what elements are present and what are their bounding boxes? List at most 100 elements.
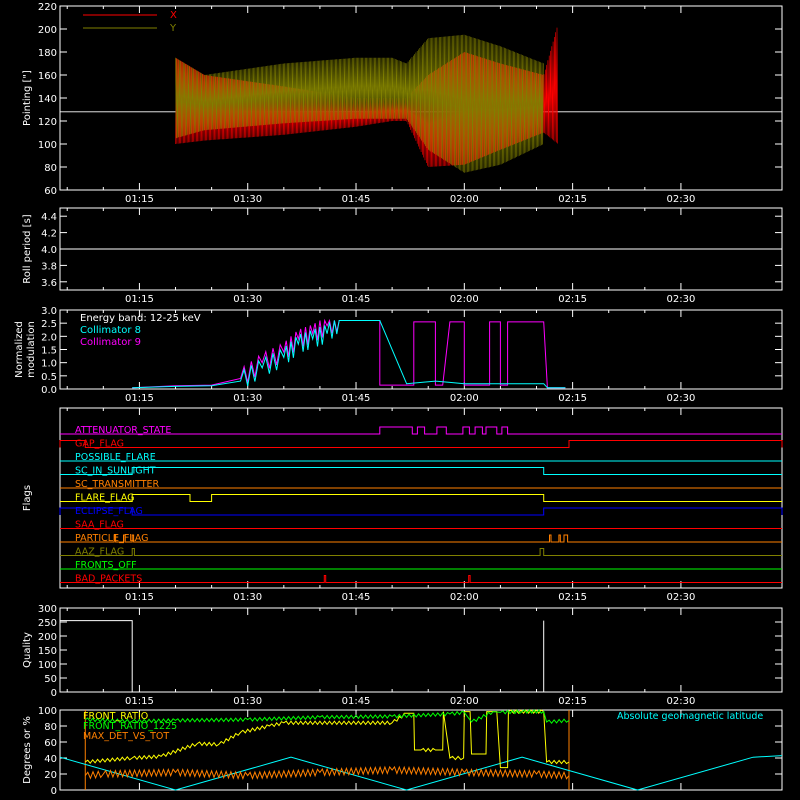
y-tick-label: 2.0 xyxy=(41,332,57,343)
chart-canvas: 608010012014016018020022001:15 01:30 01:45… xyxy=(14,2,783,797)
x-tick-label: 02:30 xyxy=(667,592,696,603)
y-tick-label: 140 xyxy=(38,94,57,105)
y-tick-label: 3.8 xyxy=(41,261,57,272)
y-tick-label: 80 xyxy=(44,163,57,174)
y-tick-label: 300 xyxy=(38,604,57,615)
y-tick-label: 1.5 xyxy=(41,346,57,357)
x-tick-label: 02:15 xyxy=(558,592,587,603)
flag-label-attenuator-state: ATTENUATOR_STATE xyxy=(75,425,171,436)
flag-label-flare-flag: FLARE_FLAG xyxy=(75,493,135,504)
x-tick-label: 01:30 xyxy=(233,194,262,205)
modulation-legend-title: Energy band: 12-25 keV xyxy=(80,313,201,324)
roll-period-ylabel: Roll period [s] xyxy=(22,214,33,283)
x-tick-label: 01:30 xyxy=(233,696,262,707)
y-tick-label: 200 xyxy=(38,25,57,36)
flag-label-eclipse-flag: ECLIPSE_FLAG xyxy=(75,506,143,517)
quality-line xyxy=(60,620,545,693)
modulation-ylabel-1: Normalized xyxy=(14,321,25,378)
y-tick-label: 40 xyxy=(44,754,57,765)
flag-label-fronts-off: FRONTS_OFF xyxy=(75,560,137,571)
x-tick-label: 02:00 xyxy=(450,294,479,305)
x-tick-label: 02:30 xyxy=(667,696,696,707)
y-tick-label: 0.0 xyxy=(41,385,57,396)
y-tick-label: 4.0 xyxy=(41,245,57,256)
legend-label-x: X xyxy=(170,10,177,21)
y-tick-label: 200 xyxy=(38,632,57,643)
y-tick-label: 180 xyxy=(38,48,57,59)
flag-label-bad-packets: BAD_PACKETS xyxy=(75,574,142,585)
legend-label-y: Y xyxy=(169,23,177,34)
x-tick-label: 01:45 xyxy=(342,294,371,305)
x-tick-label: 01:30 xyxy=(233,294,262,305)
y-tick-label: 150 xyxy=(38,646,57,657)
x-tick-label: 01:45 xyxy=(342,393,371,404)
y-tick-label: 3.6 xyxy=(41,278,57,289)
x-tick-label: 02:30 xyxy=(667,194,696,205)
flag-particle-flag-line xyxy=(60,534,782,543)
legend-label-collimator-9: Collimator 9 xyxy=(80,337,141,348)
flag-eclipse-flag-line xyxy=(59,507,783,516)
x-tick-label: 02:30 xyxy=(667,294,696,305)
degrees-ylabel: Degrees or % xyxy=(22,716,33,784)
legend-label-collimator-8: Collimator 8 xyxy=(80,325,141,336)
x-tick-label: 01:45 xyxy=(342,696,371,707)
y-tick-label: 2.5 xyxy=(41,319,57,330)
y-tick-label: 3.0 xyxy=(41,306,57,317)
y-tick-label: 20 xyxy=(44,770,57,781)
x-tick-label: 02:00 xyxy=(450,393,479,404)
flag-label-saa-flag: SAA_FLAG xyxy=(75,520,124,531)
flag-label-particle-flag: PARTICLE_FLAG xyxy=(75,533,148,544)
y-tick-label: 0 xyxy=(51,688,57,699)
flag-label-gap-flag: GAP_FLAG xyxy=(75,439,124,450)
y-tick-label: 0 xyxy=(51,786,57,797)
x-tick-label: 01:15 xyxy=(125,696,154,707)
y-tick-label: 120 xyxy=(38,117,57,128)
x-tick-label: 01:45 xyxy=(342,592,371,603)
flag-label-sc-transmitter: SC_TRANSMITTER xyxy=(75,479,160,490)
flag-label-sc-in-sunlight: SC_IN_SUNLIGHT xyxy=(75,466,156,477)
quality-ylabel: Quality xyxy=(22,632,33,668)
y-tick-label: 50 xyxy=(44,674,57,685)
x-tick-label: 02:00 xyxy=(450,194,479,205)
x-tick-label: 02:30 xyxy=(667,393,696,404)
flag-gap-flag-line xyxy=(59,440,783,448)
modulation-ylabel-2: modulation xyxy=(26,321,37,378)
y-tick-label: 4.4 xyxy=(41,212,57,223)
x-tick-label: 01:30 xyxy=(233,592,262,603)
x-tick-label: 01:45 xyxy=(342,194,371,205)
x-tick-label: 02:15 xyxy=(558,294,587,305)
y-tick-label: 60 xyxy=(44,186,57,197)
y-tick-label: 4.2 xyxy=(41,229,57,240)
series-max-det-vs-tot-line xyxy=(84,765,570,781)
y-tick-label: 100 xyxy=(38,706,57,717)
y-tick-label: 1.0 xyxy=(41,359,57,370)
x-tick-label: 02:15 xyxy=(558,393,587,404)
x-tick-label: 01:30 xyxy=(233,393,262,404)
flag-label-aaz-flag: AAZ_FLAG xyxy=(75,547,124,558)
panel-4-frame xyxy=(59,607,783,693)
y-tick-label: 250 xyxy=(38,618,57,629)
series-collimator-9-line xyxy=(132,318,566,389)
y-tick-label: 220 xyxy=(38,2,57,13)
flags-ylabel: Flags xyxy=(22,485,33,511)
flag-bad-packets-line xyxy=(60,575,782,583)
x-tick-label: 01:15 xyxy=(125,194,154,205)
x-tick-label: 01:15 xyxy=(125,294,154,305)
y-tick-label: 0.5 xyxy=(41,372,57,383)
flag-flare-flag-line xyxy=(60,494,782,502)
x-tick-label: 02:00 xyxy=(450,592,479,603)
y-tick-label: 100 xyxy=(38,140,57,151)
x-tick-label: 02:15 xyxy=(558,696,587,707)
legend-label-max-det-vs-tot: MAX_DET_VS_TOT xyxy=(83,731,169,742)
y-tick-label: 80 xyxy=(44,722,57,733)
pointing-ylabel: Pointing ["] xyxy=(22,70,33,126)
flag-aaz-flag-line xyxy=(60,548,782,556)
x-tick-label: 02:15 xyxy=(558,194,587,205)
flag-label-possible-flare: POSSIBLE_FLARE xyxy=(75,452,156,463)
x-tick-label: 02:00 xyxy=(450,696,479,707)
flag-sc-in-sunlight-line xyxy=(60,467,782,475)
x-tick-label: 01:15 xyxy=(125,393,154,404)
y-tick-label: 100 xyxy=(38,660,57,671)
y-tick-label: 60 xyxy=(44,738,57,749)
series-y-line xyxy=(175,34,544,173)
